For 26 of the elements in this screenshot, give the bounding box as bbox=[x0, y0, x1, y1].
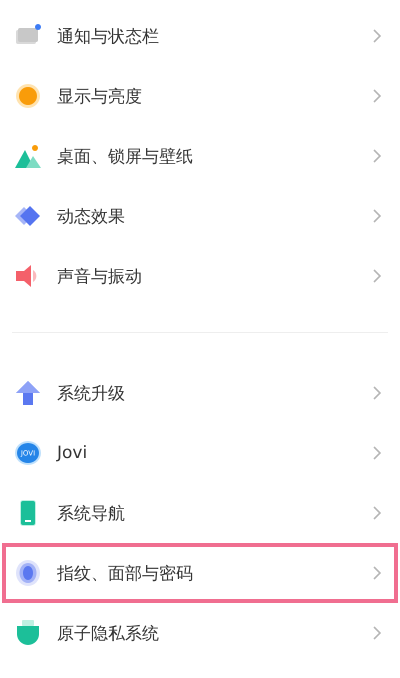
up-arrow-icon bbox=[14, 379, 42, 407]
row-label: 指纹、面部与密码 bbox=[57, 562, 194, 584]
shield-icon bbox=[14, 619, 42, 647]
row-label: 系统升级 bbox=[57, 382, 126, 404]
chevron-right-icon bbox=[372, 565, 382, 581]
chevron-right-icon bbox=[372, 505, 382, 521]
chevron-right-icon bbox=[372, 28, 382, 44]
fingerprint-icon bbox=[14, 559, 42, 587]
chevron-right-icon bbox=[372, 625, 382, 641]
row-label: 显示与亮度 bbox=[57, 86, 143, 108]
highlighted-settings-row[interactable]: 指纹、面部与密码 bbox=[0, 541, 400, 605]
row-label: 通知与状态栏 bbox=[57, 26, 160, 48]
row-label: 桌面、锁屏与壁纸 bbox=[57, 146, 194, 168]
row-label: 声音与振动 bbox=[57, 266, 143, 288]
chevron-right-icon bbox=[372, 385, 382, 401]
chevron-right-icon bbox=[372, 445, 382, 461]
chevron-right-icon bbox=[372, 268, 382, 284]
mountain-icon bbox=[14, 142, 42, 170]
row-label: 原子隐私系统 bbox=[57, 622, 160, 644]
row-label: 动态效果 bbox=[57, 206, 126, 228]
row-label: Jovi bbox=[57, 443, 88, 463]
chevron-right-icon bbox=[372, 88, 382, 104]
sun-icon bbox=[14, 82, 42, 110]
chevron-right-icon bbox=[372, 148, 382, 164]
chevron-right-icon bbox=[372, 208, 382, 224]
row-label: 系统导航 bbox=[57, 502, 126, 524]
